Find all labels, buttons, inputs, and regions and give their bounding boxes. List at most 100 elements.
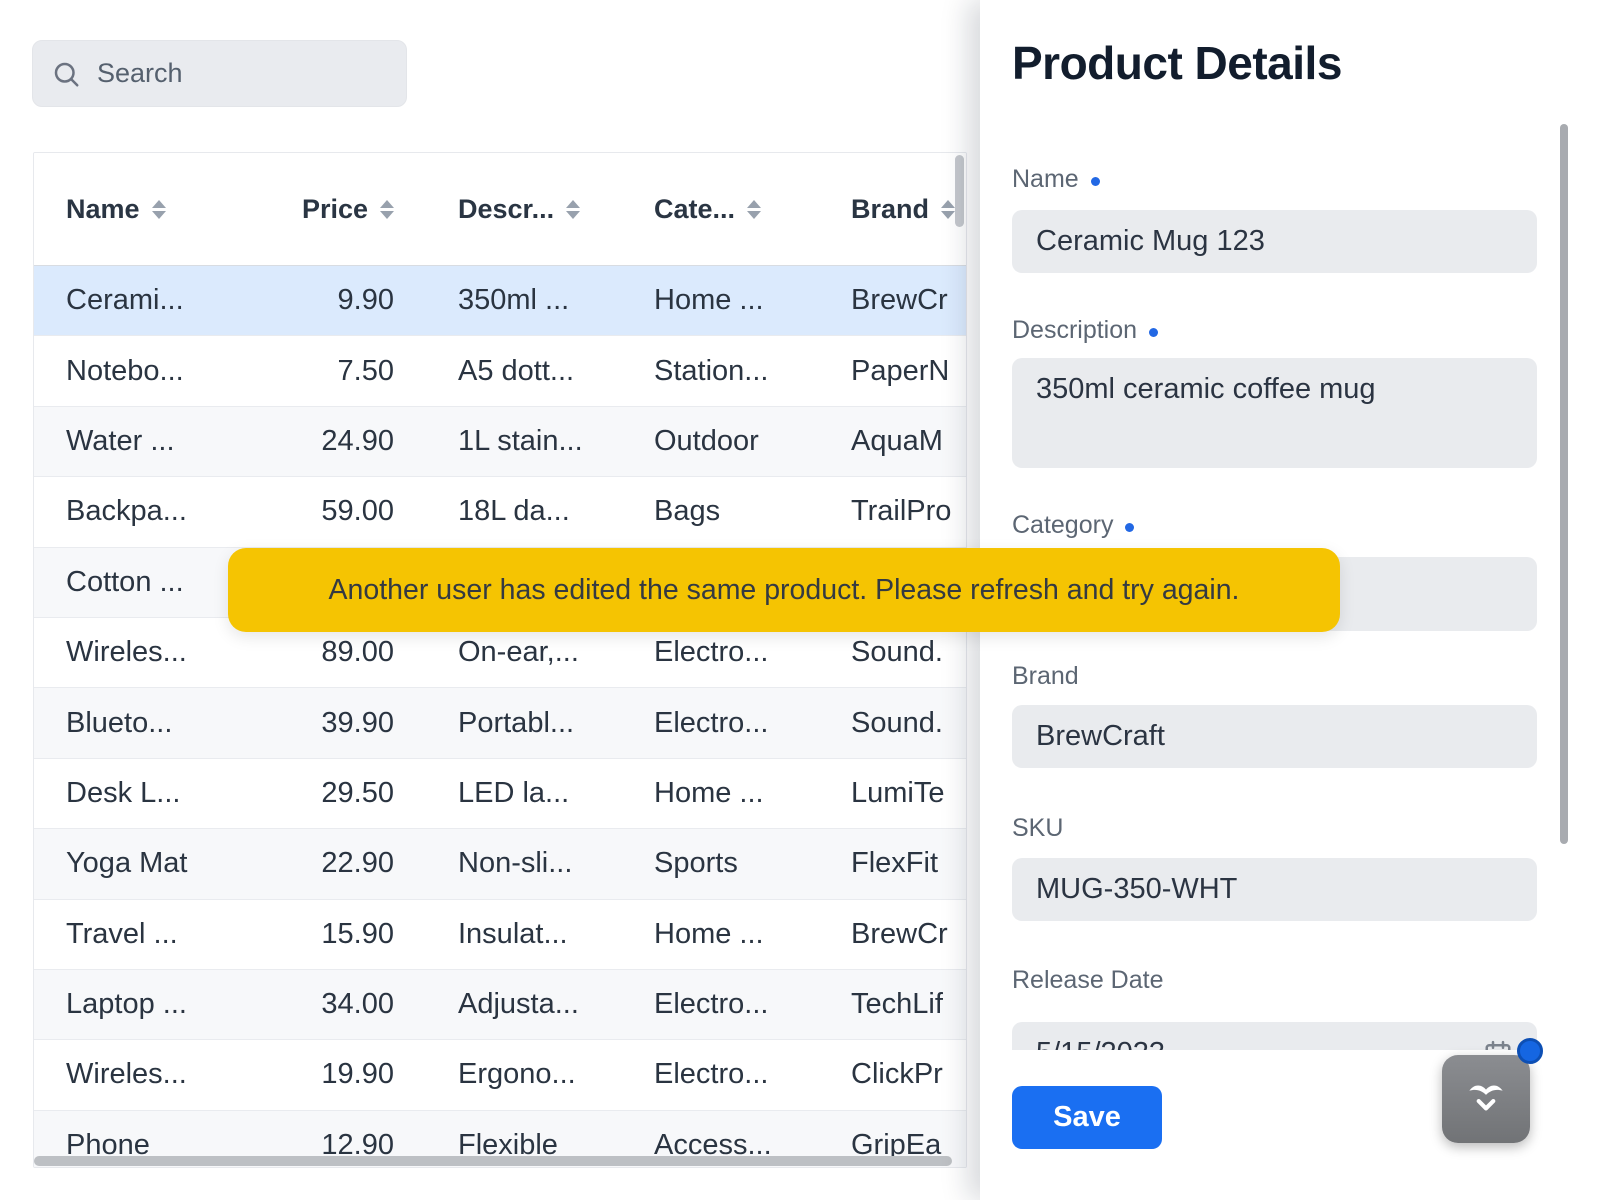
cell-description: 350ml ... [394,266,590,335]
table-row[interactable]: Backpa...59.0018L da...BagsTrailPro [34,477,966,547]
release-date-label: Release Date [1012,966,1163,995]
column-header-brand[interactable]: Brand [787,194,966,225]
sort-icon [747,200,761,219]
table-row[interactable]: Travel ...15.90Insulat...Home ...BrewCr [34,900,966,970]
cell-description: LED la... [394,759,590,828]
cell-category: Outdoor [590,407,787,476]
name-field[interactable]: Ceramic Mug 123 [1012,210,1537,273]
release-date-field[interactable]: 5/15/2023 [1012,1022,1537,1050]
cell-name: Cerami... [34,266,259,335]
cell-brand: LumiTe [787,759,966,828]
cell-price: 9.90 [259,266,394,335]
column-label: Price [302,194,368,225]
table-row[interactable]: Wireles...19.90Ergono...Electro...ClickP… [34,1040,966,1110]
table-body: Cerami...9.90350ml ...Home ...BrewCrNote… [34,266,966,1168]
cell-description: Ergono... [394,1040,590,1109]
cell-name: Water ... [34,407,259,476]
cell-brand: BrewCr [787,900,966,969]
column-header-name[interactable]: Name [34,194,259,225]
table-row[interactable]: Notebo...7.50A5 dott...Station...PaperN [34,336,966,406]
save-button[interactable]: Save [1012,1086,1162,1149]
table-horizontal-scrollbar[interactable] [34,1156,952,1166]
products-table: Name Price Descr... Cate... Brand Cerami...9… [33,152,967,1168]
cell-description: A5 dott... [394,336,590,405]
modified-dot [1125,523,1134,532]
cell-price: 59.00 [259,477,394,546]
table-header: Name Price Descr... Cate... Brand [34,153,966,266]
cell-brand: Sound. [787,688,966,757]
cell-name: Desk L... [34,759,259,828]
column-header-category[interactable]: Cate... [590,194,787,225]
cell-price: 22.90 [259,829,394,898]
table-row[interactable]: Desk L...29.50LED la...Home ...LumiTe [34,759,966,829]
calendar-icon [1483,1039,1513,1051]
search-box[interactable] [32,40,407,107]
table-row[interactable]: Laptop ...34.00Adjusta...Electro...TechL… [34,970,966,1040]
cell-category: Home ... [590,266,787,335]
cell-price: 29.50 [259,759,394,828]
cell-description: 18L da... [394,477,590,546]
cell-name: Cotton ... [34,548,259,617]
column-label: Descr... [458,194,554,225]
modified-dot [1149,328,1158,337]
cell-name: Blueto... [34,688,259,757]
table-row[interactable]: Cerami...9.90350ml ...Home ...BrewCr [34,266,966,336]
table-row[interactable]: Blueto...39.90Portabl...Electro...Sound. [34,688,966,758]
sku-label: SKU [1012,814,1063,843]
sort-icon [566,200,580,219]
cell-category: Electro... [590,970,787,1039]
cell-category: Sports [590,829,787,898]
cell-price: 24.90 [259,407,394,476]
cell-brand: PaperN [787,336,966,405]
modified-dot [1091,177,1100,186]
cell-name: Yoga Mat [34,829,259,898]
cell-name: Wireles... [34,618,259,687]
notification-dot [1517,1038,1543,1064]
table-row[interactable]: Water ...24.901L stain...OutdoorAquaM [34,407,966,477]
cell-category: Electro... [590,1040,787,1109]
sort-icon [152,200,166,219]
column-label: Brand [851,194,929,225]
cell-price: 19.90 [259,1040,394,1109]
cell-name: Backpa... [34,477,259,546]
column-header-price[interactable]: Price [259,194,394,225]
cell-brand: BrewCr [787,266,966,335]
cell-name: Travel ... [34,900,259,969]
cell-name: Notebo... [34,336,259,405]
cell-brand: FlexFit [787,829,966,898]
table-row[interactable]: Yoga Mat22.90Non-sli...SportsFlexFit [34,829,966,899]
conflict-toast: Another user has edited the same product… [228,548,1340,632]
cell-description: Adjusta... [394,970,590,1039]
cell-category: Station... [590,336,787,405]
cell-brand: TechLif [787,970,966,1039]
sort-icon [941,200,955,219]
cell-description: Insulat... [394,900,590,969]
cell-category: Home ... [590,759,787,828]
search-input[interactable] [95,57,453,90]
table-vertical-scrollbar[interactable] [955,155,964,227]
cell-name: Wireles... [34,1040,259,1109]
sort-icon [380,200,394,219]
cell-brand: TrailPro [787,477,966,546]
cell-price: 7.50 [259,336,394,405]
cell-price: 39.90 [259,688,394,757]
description-field[interactable]: 350ml ceramic coffee mug [1012,358,1537,468]
brand-field[interactable]: BrewCraft [1012,705,1537,768]
column-label: Name [66,194,140,225]
brand-label: Brand [1012,662,1079,691]
cell-price: 34.00 [259,970,394,1039]
column-header-description[interactable]: Descr... [394,194,590,225]
sku-field[interactable]: MUG-350-WHT [1012,858,1537,921]
name-label: Name [1012,165,1100,194]
cell-brand: ClickPr [787,1040,966,1109]
panel-scrollbar[interactable] [1560,124,1568,844]
cell-category: Electro... [590,688,787,757]
cell-name: Laptop ... [34,970,259,1039]
cell-description: Non-sli... [394,829,590,898]
assistant-widget-button[interactable] [1442,1055,1530,1143]
panel-title: Product Details [1012,36,1342,90]
cell-price: 15.90 [259,900,394,969]
category-label: Category [1012,511,1134,540]
column-label: Cate... [654,194,735,225]
cell-description: Portabl... [394,688,590,757]
